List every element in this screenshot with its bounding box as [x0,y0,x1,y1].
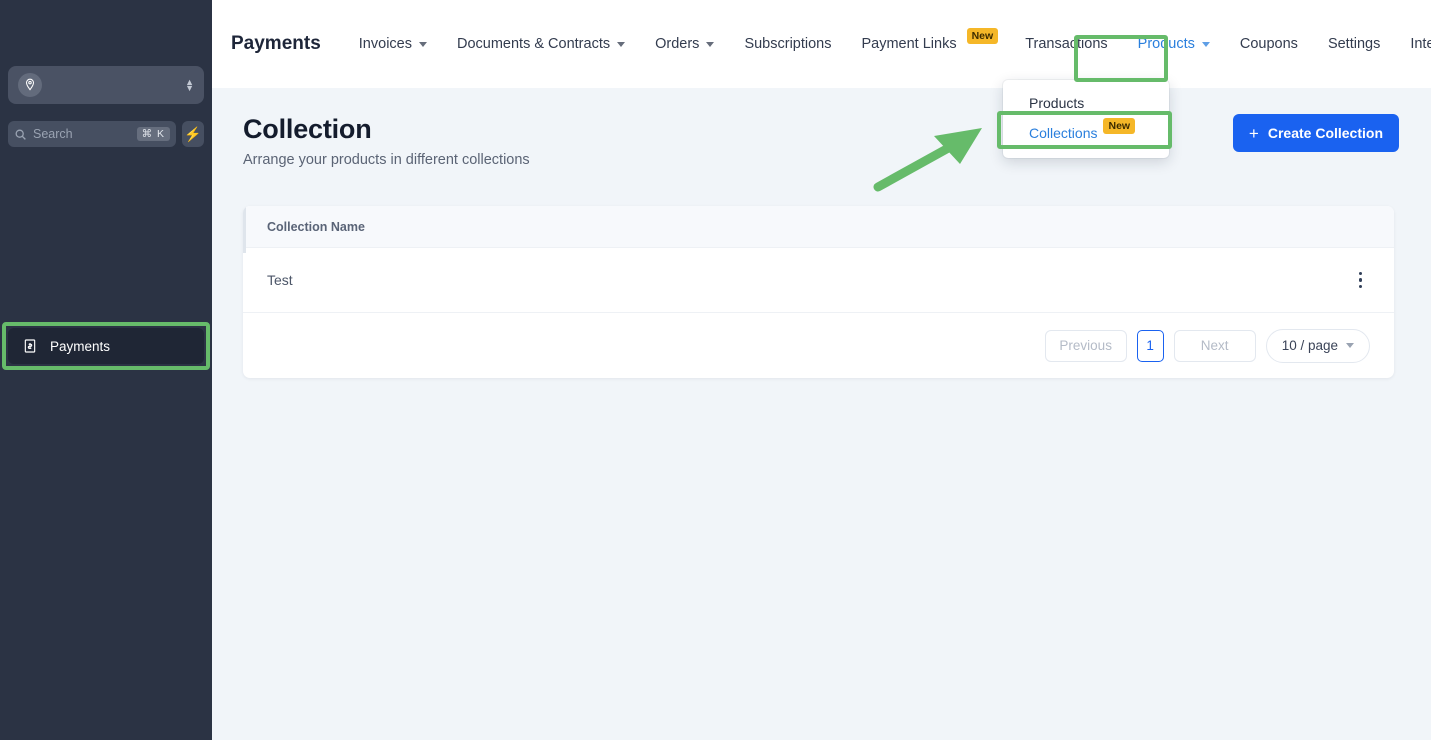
new-badge: New [1103,118,1136,134]
nav-link-label: Integrations [1410,36,1431,52]
nav-link-label: Invoices [358,36,412,52]
brand-title: Payments [231,33,321,54]
chevron-down-icon [617,41,626,47]
pagination-previous-button[interactable]: Previous [1044,329,1127,362]
page-size-select[interactable]: 10 / page [1265,328,1370,363]
dropdown-item-collections[interactable]: Collections New [1003,118,1169,148]
search-placeholder: Search [33,127,73,141]
nav-link-coupons[interactable]: Coupons [1240,36,1298,52]
page-size-label: 10 / page [1281,338,1338,353]
sidebar: ▲ ▼ Search ⌘ K ⚡ Payments [0,0,212,740]
create-collection-label: Create Collection [1267,125,1383,141]
table-row[interactable]: Test [243,248,1394,313]
pagination-next-button[interactable]: Next [1173,329,1256,362]
table-header-row: Collection Name [243,206,1394,248]
nav-link-transactions[interactable]: Transactions [1025,36,1107,52]
plus-icon: + [1248,123,1259,143]
nav-link-invoices[interactable]: Invoices [359,36,427,52]
app-root: ▲ ▼ Search ⌘ K ⚡ Payments Payments Invoi… [0,0,1431,740]
nav-link-label: Settings [1327,36,1381,52]
search-icon [15,129,26,140]
nav-link-orders[interactable]: Orders [655,36,715,52]
nav-links: Invoices Documents & Contracts Orders Su… [359,28,1431,52]
page-title: Collection [243,114,372,144]
main-content: Collection Arrange your products in diff… [212,88,1431,740]
page-header: Collection Arrange your products in diff… [243,114,530,168]
products-dropdown-menu: Products Collections New [1003,80,1169,158]
nav-link-label: Subscriptions [744,36,832,52]
search-shortcut-badge: ⌘ K [136,127,170,141]
collections-table-card: Collection Name Test Previous 1 Next 10 … [243,206,1394,378]
dropdown-item-label: Products [1029,95,1085,111]
nav-link-integrations[interactable]: Integrations [1410,36,1431,52]
workspace-selector[interactable]: ▲ ▼ [8,66,204,104]
dropdown-item-label: Collections [1029,125,1098,141]
nav-link-settings[interactable]: Settings [1328,36,1380,52]
lightning-bolt-icon[interactable]: ⚡ [182,121,204,147]
nav-link-label: Coupons [1239,36,1298,52]
create-collection-button[interactable]: + Create Collection [1232,114,1399,152]
chevron-down-icon [1201,41,1210,47]
kebab-menu-icon[interactable] [1351,266,1371,295]
search-input[interactable]: Search ⌘ K [8,121,176,147]
sidebar-search-row: Search ⌘ K ⚡ [8,121,204,147]
pagination-controls: Previous 1 Next 10 / page [243,313,1394,378]
nav-link-products[interactable]: Products [1138,36,1210,52]
nav-link-label: Products [1137,36,1195,52]
nav-link-documents-contracts[interactable]: Documents & Contracts [456,36,626,52]
updown-chevron-icon: ▲ ▼ [185,77,194,93]
sidebar-item-payments[interactable]: Payments [8,328,204,364]
receipt-dollar-icon [24,339,36,353]
dropdown-item-products[interactable]: Products [1003,88,1169,118]
chevron-down-icon [706,41,715,47]
column-header-collection-name: Collection Name [267,219,365,234]
nav-link-label: Orders [655,36,700,52]
card-accent-bar [243,206,246,253]
workspace-pin-icon [18,73,42,97]
page-subtitle: Arrange your products in different colle… [243,152,530,168]
nav-link-label: Transactions [1025,36,1108,52]
sidebar-item-label: Payments [50,338,111,354]
pagination-page-1[interactable]: 1 [1136,329,1164,362]
nav-link-subscriptions[interactable]: Subscriptions [744,36,831,52]
new-badge: New [966,28,999,44]
chevron-down-icon [418,41,427,47]
chevron-down-icon [1346,343,1354,348]
nav-link-label: Documents & Contracts [456,36,611,52]
cell-collection-name: Test [267,272,293,288]
nav-link-label: Payment Links [861,36,957,52]
nav-link-payment-links[interactable]: Payment Links New [861,28,999,52]
top-navigation-bar: Payments Invoices Documents & Contracts … [212,0,1431,88]
